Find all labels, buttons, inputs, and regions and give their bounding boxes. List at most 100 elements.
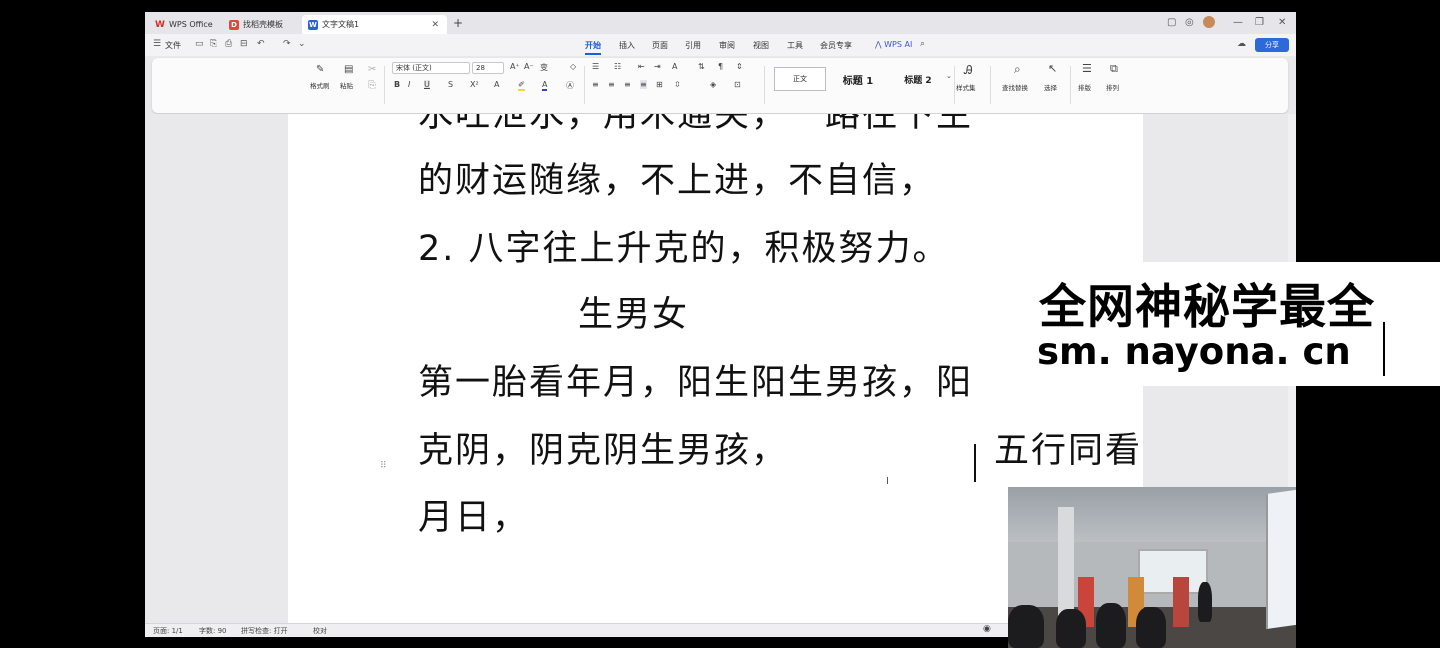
paste-icon[interactable]: ▤ — [344, 64, 353, 75]
redo-icon[interactable]: ↷ — [283, 39, 291, 49]
char-border-icon[interactable]: Ⓐ — [566, 80, 574, 91]
font-name-select[interactable]: 宋体 (正文) — [392, 62, 470, 74]
doc-line[interactable]: 克阴，阴克阴生男孩， — [418, 422, 788, 473]
tab-template[interactable]: D 找稻壳模板 — [223, 15, 298, 34]
select-label[interactable]: 选择 — [1044, 82, 1057, 92]
tab-start[interactable]: 开始 — [585, 40, 601, 51]
search-icon[interactable]: ⌕ — [920, 39, 925, 49]
doc-line[interactable]: 水吐泄水，用木通关，一路往下生 — [418, 114, 973, 137]
tab-page[interactable]: 页面 — [652, 40, 668, 51]
chinese-layout-icon[interactable]: A — [672, 62, 677, 71]
paragraph-spacing-icon[interactable]: ⇳ — [674, 80, 681, 89]
shading-icon[interactable]: ◈ — [710, 80, 716, 89]
style-set-icon[interactable]: Ꭿ — [964, 63, 973, 78]
tab-member[interactable]: 会员专享 — [820, 40, 852, 51]
page-count[interactable]: 页面: 1/1 — [153, 626, 183, 636]
doc-line[interactable]: 第一胎看年月，阳生阳生男孩，阳 — [418, 354, 973, 405]
undo-icon[interactable]: ↶ — [257, 39, 265, 49]
tab-view[interactable]: 视图 — [753, 40, 769, 51]
borders-icon[interactable]: ⊡ — [734, 80, 741, 89]
align-right-icon[interactable]: ≡ — [624, 80, 631, 89]
cloud-icon[interactable]: ☁ — [1237, 39, 1246, 49]
shrink-font-icon[interactable]: A⁻ — [524, 62, 534, 71]
print-preview-icon[interactable]: ⊟ — [240, 39, 248, 49]
word-doc-icon: W — [308, 19, 318, 30]
show-marks-icon[interactable]: ¶ — [718, 62, 723, 71]
find-replace-icon[interactable]: ⌕ — [1014, 62, 1021, 77]
doc-heading[interactable]: 生男女 — [578, 286, 689, 337]
select-icon[interactable]: ↖ — [1048, 62, 1057, 75]
word-count[interactable]: 字数: 90 — [199, 626, 227, 636]
maximize-icon[interactable]: ❐ — [1255, 17, 1264, 28]
wps-logo-icon: W — [155, 19, 165, 30]
underline-icon[interactable]: U — [424, 80, 430, 89]
highlight-icon[interactable]: ✐ — [518, 80, 525, 91]
spell-check-status[interactable]: 拼写检查: 打开 — [241, 626, 288, 636]
hamburger-icon[interactable]: ☰ — [153, 39, 161, 49]
minimize-icon[interactable]: — — [1233, 17, 1243, 28]
window-layout-icon[interactable]: ▢ — [1167, 17, 1176, 28]
font-size-select[interactable]: 28 — [472, 62, 504, 74]
phonetic-icon[interactable]: 变 — [540, 62, 548, 73]
proofread-button[interactable]: 校对 — [313, 626, 327, 636]
bold-icon[interactable]: B — [394, 80, 400, 89]
tab-references[interactable]: 引用 — [685, 40, 701, 51]
bullets-icon[interactable]: ☰ — [592, 62, 599, 71]
layout-label[interactable]: 排版 — [1078, 82, 1091, 92]
doc-line[interactable]: 2. 八字往上升克的，积极努力。 — [418, 220, 950, 271]
cut-icon[interactable]: ✂ — [368, 64, 376, 75]
skin-icon[interactable]: ◎ — [1185, 17, 1194, 28]
italic-icon[interactable]: I — [408, 80, 410, 89]
file-menu[interactable]: 文件 — [165, 40, 181, 51]
tab-insert[interactable]: 插入 — [619, 40, 635, 51]
new-tab-button[interactable]: + — [453, 16, 463, 30]
style-heading-1[interactable]: 标题 1 — [832, 67, 884, 91]
line-spacing-icon[interactable]: ⇕ — [736, 62, 743, 71]
superscript-icon[interactable]: X² — [470, 80, 479, 89]
more-chevron-icon[interactable]: ⌄ — [298, 39, 306, 49]
align-left-icon[interactable]: ≡ — [592, 80, 599, 89]
format-painter-label[interactable]: 格式刷 — [310, 80, 330, 90]
grow-font-icon[interactable]: A⁺ — [510, 62, 520, 71]
tab-review[interactable]: 审阅 — [719, 40, 735, 51]
strikethrough-icon[interactable]: S — [448, 80, 453, 89]
style-normal[interactable]: 正文 — [774, 67, 826, 91]
wps-ai-button[interactable]: ⋀ WPS AI — [875, 40, 912, 49]
layout-icon[interactable]: ☰ — [1082, 62, 1092, 75]
paragraph-drag-handle-icon[interactable]: ⠿ — [380, 461, 387, 471]
tab-document[interactable]: W 文字文稿1 ✕ — [302, 15, 447, 34]
font-color-icon[interactable]: A — [542, 80, 548, 91]
doc-line[interactable]: 的财运随缘，不上进，不自信， — [418, 152, 936, 203]
copy-icon[interactable]: ⎘ — [368, 80, 376, 91]
print-icon[interactable]: ⎙ — [225, 39, 232, 49]
find-replace-label[interactable]: 查找替换 — [1002, 82, 1028, 92]
avatar[interactable] — [1203, 16, 1215, 28]
clear-format-icon[interactable]: ◇ — [570, 62, 576, 71]
video-banner — [1173, 577, 1189, 627]
close-tab-icon[interactable]: ✕ — [431, 20, 439, 30]
justify-icon[interactable]: ≡ — [640, 80, 647, 89]
close-window-icon[interactable]: ✕ — [1278, 17, 1286, 28]
eye-protection-icon[interactable]: ◉ — [983, 624, 991, 634]
format-painter-icon[interactable]: ✎ — [316, 64, 324, 75]
sort-icon[interactable]: ⇅ — [698, 62, 705, 71]
arrange-icon[interactable]: ⧉ — [1110, 62, 1118, 76]
doc-line-continued[interactable]: 五行同看 — [994, 422, 1142, 473]
share-button[interactable]: 分享 — [1255, 38, 1289, 52]
save-icon[interactable]: ▭ — [195, 39, 204, 49]
numbering-icon[interactable]: ☷ — [614, 62, 621, 71]
doc-line[interactable]: 月日， — [418, 489, 529, 540]
arrange-label[interactable]: 排列 — [1106, 82, 1119, 92]
tab-tools[interactable]: 工具 — [787, 40, 803, 51]
distribute-icon[interactable]: ⊞ — [656, 80, 663, 89]
increase-indent-icon[interactable]: ⇥ — [654, 62, 661, 71]
style-gallery-chevron-icon[interactable]: ⌄ — [946, 72, 952, 80]
tab-wps-office[interactable]: W WPS Office — [149, 15, 219, 34]
decrease-indent-icon[interactable]: ⇤ — [638, 62, 645, 71]
align-center-icon[interactable]: ≡ — [608, 80, 615, 89]
style-set-label[interactable]: 样式集 — [956, 82, 976, 92]
style-heading-2[interactable]: 标题 2 — [892, 67, 944, 91]
paste-label[interactable]: 粘贴 — [340, 80, 353, 90]
export-pdf-icon[interactable]: ⎘ — [210, 39, 217, 49]
text-effect-icon[interactable]: A — [494, 80, 499, 89]
